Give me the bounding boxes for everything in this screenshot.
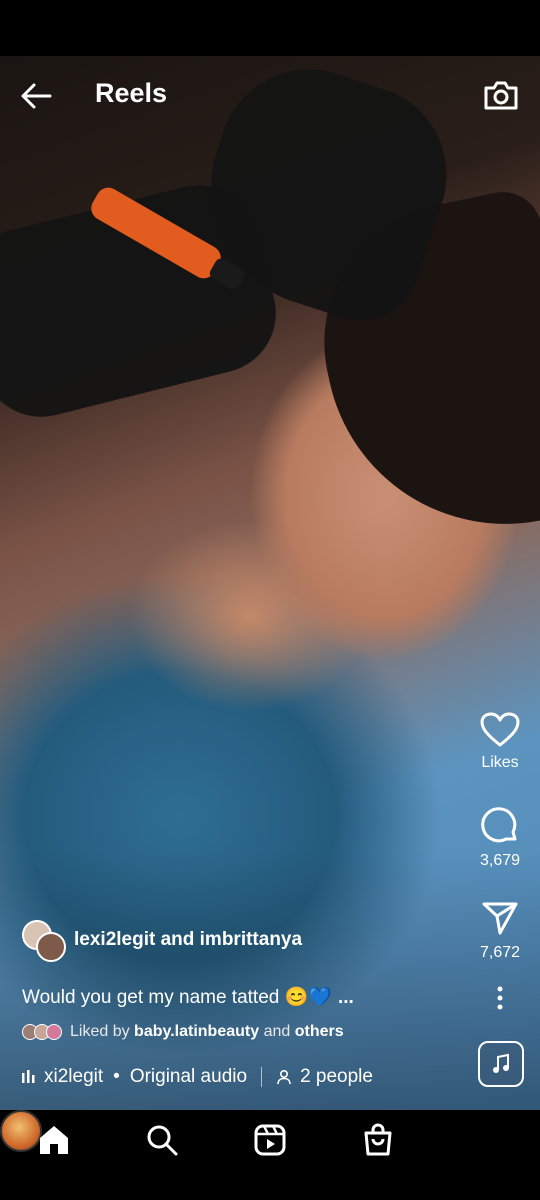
shares-count: 7,672 [479, 944, 521, 961]
nav-search[interactable] [144, 1122, 180, 1158]
page-title: Reels [95, 78, 168, 108]
music-note-icon [493, 1053, 509, 1073]
audio-title[interactable]: Original audio [130, 1066, 247, 1088]
audio-user[interactable]: xi2legit [44, 1066, 103, 1088]
caption-more[interactable]: ... [338, 987, 354, 1008]
liked-by-others[interactable]: others [295, 1023, 344, 1040]
home-icon [40, 1126, 68, 1154]
audio-bars-icon [22, 1070, 35, 1083]
more-vertical-icon [497, 986, 503, 1010]
post-authors[interactable]: lexi2legit and imbrittanya [22, 920, 302, 962]
arrow-left-icon [21, 83, 52, 109]
more-options-button[interactable] [468, 986, 532, 1010]
reels-header: Reels [0, 56, 540, 132]
person-icon [277, 1069, 291, 1085]
nav-reels[interactable] [252, 1122, 288, 1158]
reels-icon [254, 1124, 286, 1156]
likes-label: Likes [481, 754, 519, 771]
status-bar [0, 0, 540, 56]
avatar [36, 932, 66, 962]
nav-home[interactable] [36, 1122, 72, 1158]
liked-by-user[interactable]: baby.latinbeauty [134, 1023, 259, 1040]
back-button[interactable] [16, 76, 56, 116]
camera-button[interactable] [480, 74, 522, 116]
comments-count: 3,679 [479, 852, 521, 869]
divider [261, 1067, 263, 1087]
audio-thumbnail-button[interactable] [478, 1041, 524, 1087]
author-names[interactable]: lexi2legit and imbrittanya [74, 929, 302, 951]
like-button[interactable]: Likes [468, 712, 532, 772]
search-icon [147, 1125, 178, 1156]
author-avatars[interactable] [22, 920, 66, 962]
audio-separator: • [113, 1066, 120, 1087]
comment-button[interactable]: 3,679 [468, 806, 532, 870]
caption-text: Would you get my name tatted 😊💙 [22, 987, 332, 1008]
send-icon [482, 902, 518, 935]
liked-by-prefix: Liked by [70, 1023, 130, 1040]
tagged-people[interactable]: 2 people [300, 1066, 373, 1088]
liked-by-and: and [263, 1023, 291, 1040]
nav-shop[interactable] [360, 1122, 396, 1158]
audio-row[interactable]: xi2legit • Original audio 2 people [22, 1066, 373, 1088]
camera-icon [484, 81, 518, 110]
shop-icon [364, 1123, 392, 1156]
post-caption[interactable]: Would you get my name tatted 😊💙... [22, 985, 354, 1009]
liked-by-row[interactable]: Liked by baby.latinbeauty and others [22, 1023, 344, 1041]
heart-icon [480, 712, 520, 747]
avatar [46, 1024, 62, 1040]
share-button[interactable]: 7,672 [468, 898, 532, 962]
bottom-nav [0, 1110, 540, 1200]
comment-icon [481, 807, 517, 843]
liked-by-text: Liked by baby.latinbeauty and others [70, 1023, 344, 1041]
